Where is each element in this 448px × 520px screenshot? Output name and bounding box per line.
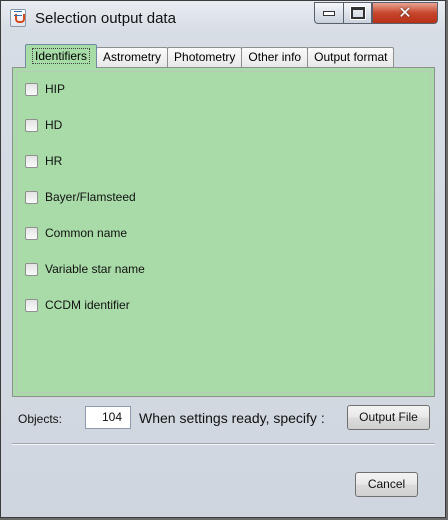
selection-output-data-window: Selection output data ✕ Identifiers Astr… [0,0,446,518]
identifiers-panel: HIP HD HR Bayer/Flamsteed Common name Va… [12,67,435,397]
variable-star-name-checkbox[interactable] [25,262,38,276]
tab-label: Photometry [174,50,236,64]
bayer-flamsteed-checkbox[interactable] [25,190,38,204]
hip-label: HIP [45,82,66,96]
tab-output-format[interactable]: Output format [307,47,395,68]
minimize-icon [323,10,335,16]
hd-checkbox[interactable] [25,118,38,132]
objects-label: Objects: [18,412,63,426]
common-name-option[interactable]: Common name [25,225,127,241]
window-title: Selection output data [35,10,176,27]
tab-other-info[interactable]: Other info [241,47,309,68]
hd-option[interactable]: HD [25,117,62,133]
variable-star-name-label: Variable star name [45,262,145,276]
close-button[interactable]: ✕ [372,2,438,24]
title-bar[interactable]: Selection output data ✕ [1,1,445,35]
tab-photometry[interactable]: Photometry [167,47,243,68]
common-name-label: Common name [45,226,128,240]
footer-separator [12,443,435,445]
objects-row: Objects: 104 When settings ready, specif… [1,401,445,433]
output-file-button[interactable]: Output File [347,405,430,430]
variable-star-name-option[interactable]: Variable star name [25,261,145,277]
cancel-button[interactable]: Cancel [355,472,418,497]
hd-label: HD [45,118,63,132]
ccdm-identifier-option[interactable]: CCDM identifier [25,297,130,313]
tab-label: Astrometry [103,50,162,64]
close-icon: ✕ [398,3,412,22]
ccdm-identifier-label: CCDM identifier [45,298,130,312]
hr-checkbox[interactable] [25,154,38,168]
bayer-flamsteed-label: Bayer/Flamsteed [45,190,136,204]
ccdm-identifier-checkbox[interactable] [25,298,38,312]
tab-label: Output format [314,50,388,64]
tab-identifiers[interactable]: Identifiers [25,44,98,68]
tab-astrometry[interactable]: Astrometry [96,47,169,68]
java-app-icon [10,9,26,27]
maximize-icon [350,7,365,19]
settings-instruction: When settings ready, specify : [139,410,325,426]
common-name-checkbox[interactable] [25,226,38,240]
hip-checkbox[interactable] [25,82,38,96]
bayer-flamsteed-option[interactable]: Bayer/Flamsteed [25,189,136,205]
tab-strip: Identifiers Astrometry Photometry Other … [25,44,395,68]
hr-label: HR [45,154,63,168]
minimize-button[interactable] [314,2,343,24]
objects-count-field[interactable]: 104 [85,406,131,429]
maximize-button[interactable] [343,2,372,24]
tab-label: Other info [248,50,302,64]
tab-label: Identifiers [32,48,91,64]
hr-option[interactable]: HR [25,153,62,169]
hip-option[interactable]: HIP [25,81,65,97]
